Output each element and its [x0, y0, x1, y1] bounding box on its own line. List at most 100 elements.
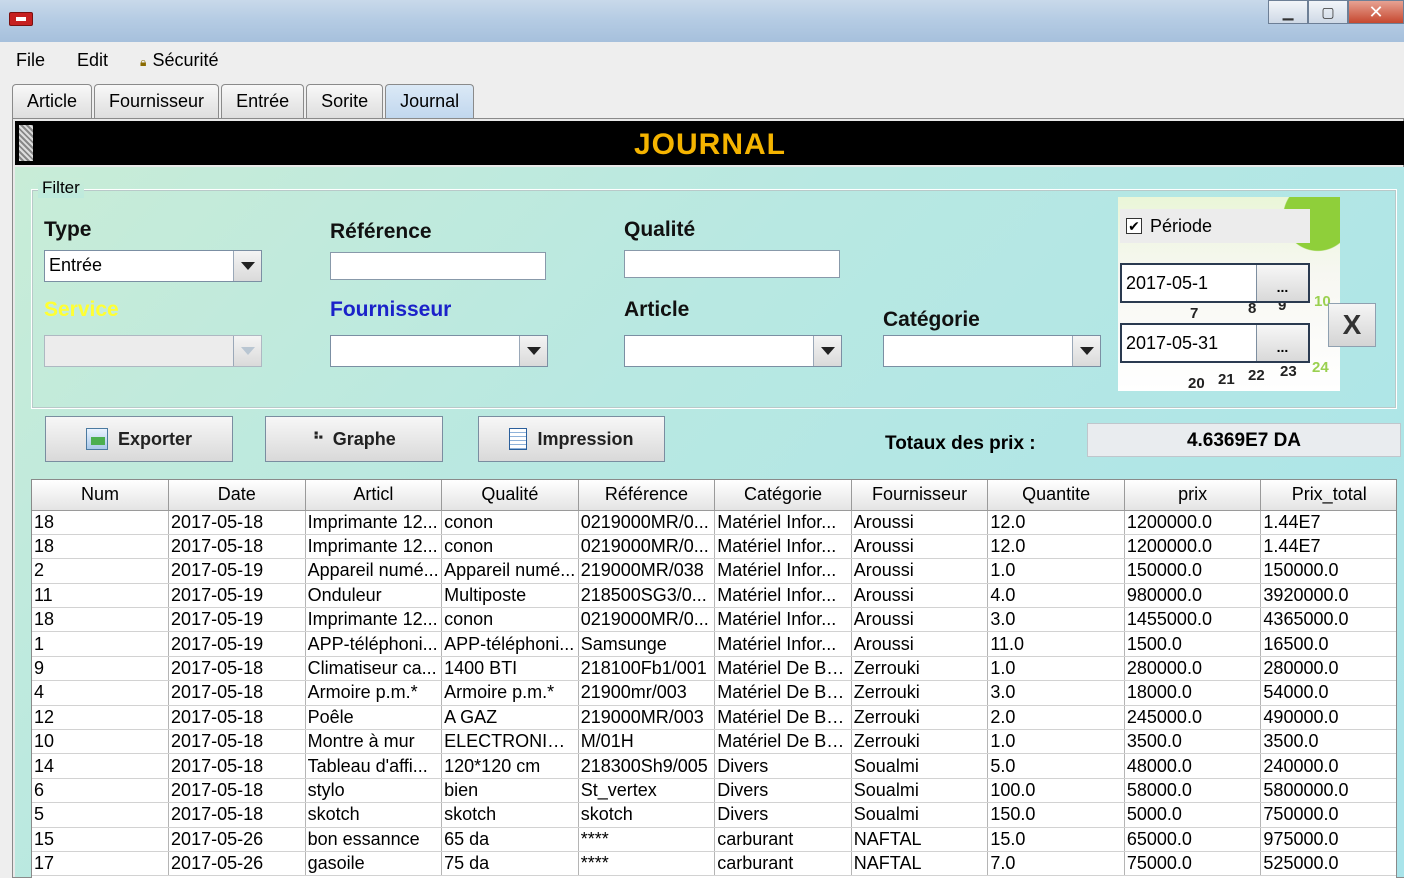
table-cell: Multiposte: [441, 583, 579, 609]
column-header[interactable]: prix: [1124, 480, 1262, 511]
date-from-field[interactable]: 2017-05-1 ...: [1120, 263, 1310, 303]
table-cell: 75 da: [441, 851, 579, 877]
table-cell: 2017-05-18: [168, 656, 306, 682]
table-row[interactable]: 5 2017-05-18 skotch skotch skotch Divers Soual…: [32, 802, 1396, 828]
table-cell: 3500.0: [1260, 729, 1396, 755]
chevron-down-icon[interactable]: [1072, 336, 1100, 366]
table-cell: gasoile: [305, 851, 443, 877]
tab-article[interactable]: Article: [12, 84, 93, 118]
table-cell: Matériel De Bu...: [714, 680, 852, 706]
table-cell: Appareil numé...: [441, 558, 579, 584]
column-header[interactable]: Articl: [305, 480, 443, 511]
table-cell: Matériel Infor...: [714, 607, 852, 633]
qualite-input[interactable]: [624, 250, 840, 278]
content-area: Filter Type Entrée Référence Qualité Ser…: [15, 167, 1404, 878]
table-cell: 150000.0: [1124, 558, 1262, 584]
date-to-picker-button[interactable]: ...: [1256, 325, 1308, 361]
table-cell: 975000.0: [1260, 827, 1396, 852]
table-cell: 3500.0: [1124, 729, 1262, 755]
clear-filter-button[interactable]: X: [1328, 303, 1376, 347]
print-button[interactable]: Impression: [478, 416, 665, 462]
table-cell: 980000.0: [1124, 583, 1262, 609]
export-button[interactable]: Exporter: [45, 416, 233, 462]
calendar-day: 21: [1218, 371, 1235, 388]
tab-sorite[interactable]: Sorite: [306, 84, 384, 118]
table-cell: 5800000.0: [1260, 778, 1396, 804]
window-controls: ▁ ▢ ✕: [1268, 0, 1404, 24]
table-row[interactable]: 2 2017-05-19 Appareil numé... Appareil numé…: [32, 558, 1396, 584]
lock-icon: 🔒︎: [140, 54, 147, 69]
table-row[interactable]: 1 2017-05-19 APP-téléphoni... APP-téléphoni…: [32, 631, 1396, 657]
table-cell: APP-téléphoni...: [441, 631, 579, 657]
menu-securite[interactable]: 🔒︎ Sécurité: [134, 50, 224, 71]
table-row[interactable]: 14 2017-05-18 Tableau d'affi... 120*120 cm 2…: [32, 753, 1396, 779]
column-header[interactable]: Quantite: [987, 480, 1125, 511]
table-cell: Matériel Infor...: [714, 534, 852, 560]
chevron-down-icon[interactable]: [813, 336, 841, 366]
chevron-down-icon[interactable]: [233, 251, 261, 281]
table-cell: Soualmi: [851, 778, 989, 804]
column-header[interactable]: Num: [32, 480, 170, 511]
table-cell: 1.44E7: [1260, 534, 1396, 560]
table-cell: Onduleur: [305, 583, 443, 609]
table-cell: 219000MR/003: [578, 705, 716, 731]
table-cell: 1500.0: [1124, 631, 1262, 657]
reference-input[interactable]: [330, 252, 546, 280]
table-cell: Matériel De Bu...: [714, 705, 852, 731]
table-cell: 21900mr/003: [578, 680, 716, 706]
table-cell: 1.44E7: [1260, 510, 1396, 535]
categorie-combo[interactable]: [883, 335, 1101, 367]
table-cell: 2017-05-18: [168, 802, 306, 828]
column-header[interactable]: Fournisseur: [851, 480, 989, 511]
table-row[interactable]: 11 2017-05-19 Onduleur Multiposte 218500SG3/…: [32, 583, 1396, 609]
date-from-picker-button[interactable]: ...: [1256, 265, 1308, 301]
minimize-button[interactable]: ▁: [1268, 0, 1308, 24]
column-header[interactable]: Référence: [578, 480, 716, 511]
column-header[interactable]: Catégorie: [714, 480, 852, 511]
table-cell: Aroussi: [851, 583, 989, 609]
table-cell: 280000.0: [1260, 656, 1396, 682]
table-row[interactable]: 18 2017-05-19 Imprimante 12... conon 0219000…: [32, 607, 1396, 633]
table-row[interactable]: 4 2017-05-18 Armoire p.m.* Armoire p.m.* 219…: [32, 680, 1396, 706]
periode-checkbox[interactable]: ✔: [1126, 218, 1142, 234]
type-combo[interactable]: Entrée: [44, 250, 262, 282]
tab-fournisseur[interactable]: Fournisseur: [94, 84, 220, 118]
table-cell: 2017-05-26: [168, 827, 306, 852]
column-header[interactable]: Prix_total: [1260, 480, 1396, 511]
table-cell: Soualmi: [851, 802, 989, 828]
tab-journal[interactable]: Journal: [385, 84, 475, 118]
graph-button[interactable]: ⠓ Graphe: [265, 416, 443, 462]
maximize-button[interactable]: ▢: [1308, 0, 1348, 24]
table-row[interactable]: 10 2017-05-18 Montre à mur ELECTRONIQ... M/0…: [32, 729, 1396, 755]
column-header[interactable]: Qualité: [441, 480, 579, 511]
table-row[interactable]: 12 2017-05-18 Poêle A GAZ 219000MR/003 Matéri…: [32, 705, 1396, 731]
table-cell: 0219000MR/0...: [578, 510, 716, 535]
table-row[interactable]: 17 2017-05-26 gasoile 75 da **** carburant NAF…: [32, 851, 1396, 877]
table-cell: 2017-05-18: [168, 534, 306, 560]
tab-entree[interactable]: Entrée: [221, 84, 305, 118]
table-cell: Soualmi: [851, 753, 989, 779]
table-cell: 9: [32, 656, 170, 682]
table-cell: 0219000MR/0...: [578, 607, 716, 633]
table-row[interactable]: 18 2017-05-18 Imprimante 12... conon 0219000…: [32, 510, 1396, 535]
calendar-day: 20: [1188, 375, 1205, 391]
menu-file[interactable]: File: [10, 50, 51, 71]
close-button[interactable]: ✕: [1348, 0, 1404, 24]
menu-edit[interactable]: Edit: [71, 50, 114, 71]
chevron-down-icon[interactable]: [519, 336, 547, 366]
article-combo[interactable]: [624, 335, 842, 367]
table-row[interactable]: 18 2017-05-18 Imprimante 12... conon 0219000…: [32, 534, 1396, 560]
table-row[interactable]: 9 2017-05-18 Climatiseur ca... 1400 BTI 2181…: [32, 656, 1396, 682]
periode-checkbox-row[interactable]: ✔ Période: [1120, 209, 1310, 243]
table-cell: 16500.0: [1260, 631, 1396, 657]
table-cell: 12.0: [987, 510, 1125, 535]
table-cell: 5: [32, 802, 170, 828]
table-cell: 15.0: [987, 827, 1125, 852]
column-header[interactable]: Date: [168, 480, 306, 511]
table-row[interactable]: 15 2017-05-26 bon essannce 65 da **** carbura…: [32, 827, 1396, 852]
table-row[interactable]: 6 2017-05-18 stylo bien St_vertex Divers Soual…: [32, 778, 1396, 804]
fournisseur-combo[interactable]: [330, 335, 548, 367]
table-cell: Poêle: [305, 705, 443, 731]
date-to-field[interactable]: 2017-05-31 ...: [1120, 323, 1310, 363]
table-cell: Aroussi: [851, 607, 989, 633]
